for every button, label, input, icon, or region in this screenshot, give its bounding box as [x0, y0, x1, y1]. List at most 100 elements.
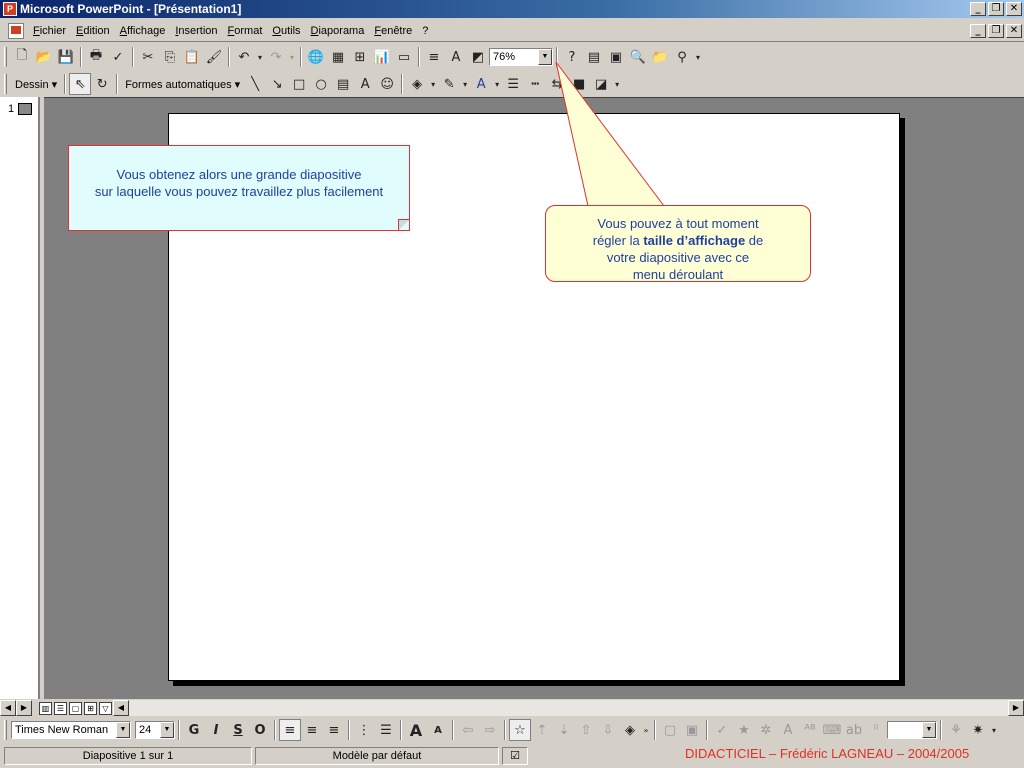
scroll-right-small-icon[interactable]: ▶	[16, 700, 32, 716]
line-style-icon[interactable]: ☰	[502, 73, 524, 95]
effects-star-icon[interactable]: ★	[733, 719, 755, 741]
menu-help[interactable]: ?	[417, 25, 433, 37]
close-button[interactable]: ✕	[1006, 2, 1022, 16]
toolbar-options-icon[interactable]: ▾	[612, 73, 622, 95]
insert-table-icon[interactable]: ⊞	[349, 46, 371, 68]
toolbar-grip[interactable]	[4, 47, 7, 67]
toolbar-options-icon[interactable]: ▾	[989, 719, 999, 741]
outline-view-icon[interactable]: ☰	[54, 701, 67, 715]
arrow-style-icon[interactable]: ⇆	[546, 73, 568, 95]
insert-chart-icon[interactable]: 📊	[371, 46, 393, 68]
design-star-icon[interactable]: ☆	[509, 719, 531, 741]
tables-borders-icon[interactable]: ▦	[327, 46, 349, 68]
abc-vertical-icon[interactable]: ⁱⁱ	[865, 719, 887, 741]
menu-affichage[interactable]: Affichage	[115, 25, 171, 37]
oval-tool-icon[interactable]: ○	[310, 73, 332, 95]
paste-icon[interactable]: 📋	[181, 46, 203, 68]
underline-button[interactable]: S	[227, 719, 249, 741]
font-name-dropdown-icon[interactable]: ▼	[116, 722, 130, 738]
keyboard-icon[interactable]: ⌨	[821, 719, 843, 741]
expand-all-icon[interactable]: ≡	[423, 46, 445, 68]
doc-minimize-button[interactable]: _	[970, 23, 986, 38]
toolbar-grip[interactable]	[4, 74, 7, 94]
move-up-icon[interactable]: ⇧	[575, 719, 597, 741]
text-shadow-button[interactable]: O	[249, 719, 271, 741]
new-document-icon[interactable]: 🗋	[11, 46, 33, 68]
hscroll-right-icon[interactable]: ▶	[1008, 700, 1024, 716]
font-color-dropdown-icon[interactable]: ▾	[492, 73, 502, 95]
open-folder-2-icon[interactable]: 📁	[649, 46, 671, 68]
spacing-up-icon[interactable]: ⇡	[531, 719, 553, 741]
line-color-dropdown-icon[interactable]: ▾	[460, 73, 470, 95]
font-name-combo[interactable]: Times New Roman ▼	[11, 721, 131, 739]
document-icon[interactable]	[8, 22, 24, 39]
toolbar-options-icon[interactable]: ▾	[693, 46, 703, 68]
spellcheck-icon[interactable]: ✓	[107, 46, 129, 68]
animation-effects-icon[interactable]: ✷	[967, 719, 989, 741]
decrease-font-button[interactable]: A	[427, 719, 449, 741]
cut-icon[interactable]: ✂	[137, 46, 159, 68]
menu-fenetre[interactable]: Fenêtre	[369, 25, 417, 37]
menu-outils[interactable]: Outils	[267, 25, 305, 37]
save-icon[interactable]: 💾	[55, 46, 77, 68]
hyperlink-icon[interactable]: 🌐	[305, 46, 327, 68]
line-color-icon[interactable]: ✎	[438, 73, 460, 95]
bold-button[interactable]: G	[183, 719, 205, 741]
textbox-tool-icon[interactable]: ▤	[332, 73, 354, 95]
find-binoculars-icon[interactable]: ⚲	[671, 46, 693, 68]
undo-icon[interactable]: ↶	[233, 46, 255, 68]
doc-restore-button[interactable]: ❐	[988, 23, 1004, 38]
font-size-combo[interactable]: 24 ▼	[135, 721, 175, 739]
print-icon[interactable]: 🖶	[85, 46, 107, 68]
fill-color-dropdown-icon[interactable]: ▾	[428, 73, 438, 95]
grayscale-icon[interactable]: ◩	[467, 46, 489, 68]
horizontal-scrollbar[interactable]	[129, 700, 1008, 716]
restore-button[interactable]: ❐	[988, 2, 1004, 16]
draw-menu-button[interactable]: Dessin ▾	[11, 78, 61, 91]
animation-icon[interactable]: ✲	[755, 719, 777, 741]
open-folder-icon[interactable]: 📂	[33, 46, 55, 68]
redo-icon[interactable]: ↷	[265, 46, 287, 68]
more-buttons-icon[interactable]: »	[641, 719, 651, 741]
menu-format[interactable]: Format	[223, 25, 268, 37]
slide-layout-icon[interactable]: ▤	[583, 46, 605, 68]
normal-view-icon[interactable]: ▥	[39, 701, 52, 715]
align-right-icon[interactable]: ≡	[323, 719, 345, 741]
custom-animation-icon[interactable]: ⚘	[945, 719, 967, 741]
select-pointer-icon[interactable]: ⇖	[69, 73, 92, 95]
rectangle-tool-icon[interactable]: □	[288, 73, 310, 95]
show-formatting-icon[interactable]: A	[445, 46, 467, 68]
spacing-down-icon[interactable]: ⇣	[553, 719, 575, 741]
slide-transition-icon[interactable]: ▣	[681, 719, 703, 741]
new-slide-icon[interactable]: ▭	[393, 46, 415, 68]
promote-icon[interactable]: ⇦	[457, 719, 479, 741]
fill-bucket-icon[interactable]: ◈	[619, 719, 641, 741]
align-left-icon[interactable]: ≡	[279, 719, 301, 741]
menu-edition[interactable]: Edition	[71, 25, 115, 37]
slide-sorter-icon[interactable]: ⊞	[84, 701, 97, 715]
line-tool-icon[interactable]: ╲	[244, 73, 266, 95]
zoom-combo[interactable]: 76% ▼	[489, 48, 553, 66]
shadow-icon[interactable]: ■	[568, 73, 590, 95]
clipart-icon[interactable]: ☺	[376, 73, 398, 95]
arrow-tool-icon[interactable]: ↘	[266, 73, 288, 95]
hscroll-left-icon[interactable]: ◀	[113, 700, 129, 716]
outline-pane[interactable]: 1	[0, 97, 40, 699]
slide-design-icon[interactable]: ▣	[605, 46, 627, 68]
scroll-left-icon[interactable]: ◀	[0, 700, 16, 716]
spelling-icon[interactable]: ✓	[711, 719, 733, 741]
3d-icon[interactable]: ◪	[590, 73, 612, 95]
font-color-icon[interactable]: A	[470, 73, 492, 95]
dash-style-icon[interactable]: ┅	[524, 73, 546, 95]
minimize-button[interactable]: _	[970, 2, 986, 16]
numbering-icon[interactable]: ⋮	[353, 719, 375, 741]
menu-fichier[interactable]: Fichier	[28, 25, 71, 37]
wordart-icon[interactable]: A	[354, 73, 376, 95]
undo-dropdown-icon[interactable]: ▾	[255, 46, 265, 68]
doc-close-button[interactable]: ✕	[1006, 23, 1022, 38]
fill-color-icon[interactable]: ◈	[406, 73, 428, 95]
free-rotate-icon[interactable]: ↻	[91, 73, 113, 95]
extra-combo[interactable]: ▼	[887, 721, 937, 739]
help-icon[interactable]: ?	[561, 46, 583, 68]
extra-dropdown-icon[interactable]: ▼	[922, 722, 936, 738]
